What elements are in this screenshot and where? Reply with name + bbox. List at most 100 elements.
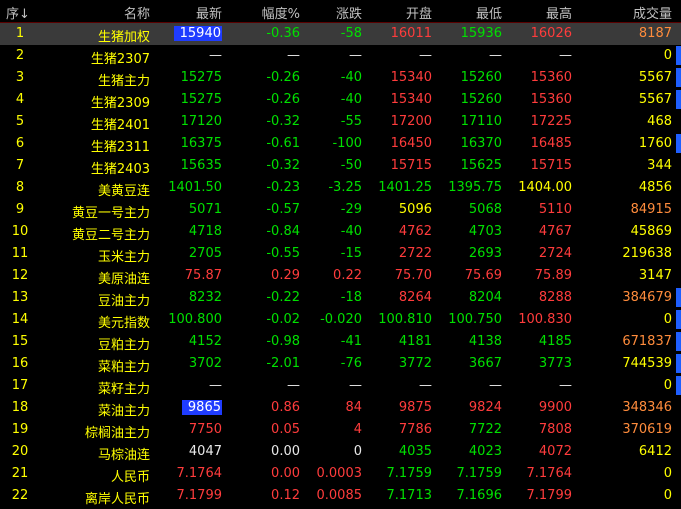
cell-high: 15360: [500, 70, 572, 85]
cell-high: 16026: [500, 26, 572, 41]
cell-open-value: 15340: [390, 92, 432, 107]
instrument-name[interactable]: 玉米主力: [40, 246, 150, 265]
cell-low-value: 3667: [468, 356, 502, 371]
instrument-name[interactable]: 生猪2311: [40, 136, 150, 155]
cell-low: 100.750: [432, 312, 502, 327]
cell-last: 3702: [152, 356, 222, 371]
cell-open: 9875: [362, 400, 432, 415]
cell-low-value: 15936: [460, 26, 502, 41]
header-name[interactable]: 名称: [40, 3, 150, 22]
cell-low: 5068: [432, 202, 502, 217]
cell-open-value: 15715: [390, 158, 432, 173]
cell-open-value: 4181: [398, 334, 432, 349]
table-row[interactable]: 18 菜油主力 9865 0.86 84 9875 9824 9900 348346: [0, 397, 681, 419]
table-row[interactable]: 9 黄豆一号主力 5071 -0.57 -29 5096 5068 5110 84915: [0, 199, 681, 221]
cell-chg: -40: [300, 224, 362, 239]
instrument-name[interactable]: 人民币: [40, 466, 150, 485]
row-index: 19: [11, 422, 29, 437]
instrument-name[interactable]: 棕榈油主力: [40, 422, 150, 441]
instrument-name[interactable]: 马棕油连: [40, 444, 150, 463]
table-row[interactable]: 16 菜粕主力 3702 -2.01 -76 3772 3667 3773 744539: [0, 353, 681, 375]
instrument-name[interactable]: 菜油主力: [40, 400, 150, 419]
cell-chg: -40: [300, 92, 362, 107]
table-row[interactable]: 15 豆粕主力 4152 -0.98 -41 4181 4138 4185 671837: [0, 331, 681, 353]
row-index: 10: [11, 224, 29, 239]
instrument-name[interactable]: 豆粕主力: [40, 334, 150, 353]
instrument-name[interactable]: 豆油主力: [40, 290, 150, 309]
cell-low: 75.69: [432, 268, 502, 283]
table-row[interactable]: 5 生猪2401 17120 -0.32 -55 17200 17110 17225 468: [0, 111, 681, 133]
table-row[interactable]: 22 离岸人民币 7.1799 0.12 0.0085 7.1713 7.1696 7.179…: [0, 485, 681, 507]
header-last[interactable]: 最新: [152, 3, 222, 22]
table-row[interactable]: 13 豆油主力 8232 -0.22 -18 8264 8204 8288 384679: [0, 287, 681, 309]
cell-high: 17225: [500, 114, 572, 129]
table-row[interactable]: 4 生猪2309 15275 -0.26 -40 15340 15260 15360 5567: [0, 89, 681, 111]
instrument-name[interactable]: 生猪2401: [40, 114, 150, 133]
table-row[interactable]: 19 棕榈油主力 7750 0.05 4 7786 7722 7808 370619: [0, 419, 681, 441]
instrument-name[interactable]: 生猪加权: [40, 26, 150, 45]
instrument-name[interactable]: 生猪2403: [40, 158, 150, 177]
header-idx[interactable]: 序↓: [6, 3, 30, 22]
instrument-name[interactable]: 黄豆二号主力: [40, 224, 150, 243]
cell-pct: —: [228, 378, 300, 393]
table-row[interactable]: 17 菜籽主力 — — — — — —0: [0, 375, 681, 397]
table-row[interactable]: 2 生猪2307— — — — — —0: [0, 45, 681, 67]
table-row[interactable]: 8 美黄豆连 1401.50 -0.23 -3.25 1401.25 1395.75 1404…: [0, 177, 681, 199]
sort-arrow-icon[interactable]: ↓: [19, 7, 30, 22]
instrument-name[interactable]: 生猪2309: [40, 92, 150, 111]
table-row[interactable]: 20 马棕油连 4047 0.00 0 4035 4023 4072 6412: [0, 441, 681, 463]
cell-high-value: 100.830: [518, 312, 572, 327]
cell-vol: 671837: [572, 334, 672, 349]
instrument-name[interactable]: 美黄豆连: [40, 180, 150, 199]
cell-pct-value: -0.02: [266, 312, 300, 327]
cell-chg: -58: [300, 26, 362, 41]
instrument-name[interactable]: 菜粕主力: [40, 356, 150, 375]
header-low[interactable]: 最低: [432, 3, 502, 22]
cell-chg: 0: [300, 444, 362, 459]
table-row[interactable]: 3 生猪主力 15275 -0.26 -40 15340 15260 15360 5567: [0, 67, 681, 89]
cell-last-value: 4047: [188, 444, 222, 459]
table-row[interactable]: 10 黄豆二号主力 4718 -0.84 -40 4762 4703 4767 45869: [0, 221, 681, 243]
cell-vol: 0: [572, 48, 672, 63]
header-vol[interactable]: 成交量: [572, 3, 672, 22]
row-index: 9: [15, 202, 25, 217]
cell-pct: 0.29: [228, 268, 300, 283]
instrument-name[interactable]: 菜籽主力: [40, 378, 150, 397]
table-row[interactable]: 6 生猪2311 16375 -0.61 -100 16450 16370 16485 1760: [0, 133, 681, 155]
cell-chg: -40: [300, 70, 362, 85]
cell-open-value: 16450: [390, 136, 432, 151]
cell-chg: -3.25: [300, 180, 362, 195]
cell-pct-value: 0.00: [271, 444, 300, 459]
table-row[interactable]: 14 美元指数 100.800 -0.02 -0.020 100.810 100.750 10…: [0, 309, 681, 331]
cell-vol: 84915: [572, 202, 672, 217]
header-pct[interactable]: 幅度%: [228, 3, 300, 22]
cell-last-value: 16375: [180, 136, 222, 151]
cell-open: 3772: [362, 356, 432, 371]
table-row[interactable]: 21 人民币 7.1764 0.00 0.0003 7.1759 7.1759 7.1764 0: [0, 463, 681, 485]
table-row[interactable]: 12 美原油连 75.87 0.29 0.22 75.70 75.69 75.89 3147: [0, 265, 681, 287]
instrument-name[interactable]: 黄豆一号主力: [40, 202, 150, 221]
cell-pct: -0.02: [228, 312, 300, 327]
header-high[interactable]: 最高: [500, 3, 572, 22]
cell-vol: 6412: [572, 444, 672, 459]
cell-high-value: 2724: [538, 246, 572, 261]
cell-chg: 0.0085: [300, 488, 363, 503]
cell-low-value: 4023: [468, 444, 502, 459]
header-open[interactable]: 开盘: [362, 3, 432, 22]
table-row[interactable]: 7 生猪2403 15635 -0.32 -50 15715 15625 15715 344: [0, 155, 681, 177]
cell-high: 3773: [500, 356, 572, 371]
cell-low: 3667: [432, 356, 502, 371]
cell-chg-value: -29: [340, 202, 362, 217]
cell-low-value: 5068: [468, 202, 502, 217]
instrument-name[interactable]: 生猪2307: [40, 48, 150, 67]
cell-pct-value: 0.05: [271, 422, 300, 437]
instrument-name[interactable]: 离岸人民币: [40, 488, 150, 507]
header-chg[interactable]: 涨跌: [300, 3, 362, 22]
instrument-name[interactable]: 美原油连: [40, 268, 150, 287]
instrument-name[interactable]: 美元指数: [40, 312, 150, 331]
cell-open-value: 15340: [390, 70, 432, 85]
table-row[interactable]: 11 玉米主力 2705 -0.55 -15 2722 2693 2724 219638: [0, 243, 681, 265]
table-row[interactable]: 1 生猪加权 15940 -0.36 -58 16011 15936 16026 8187: [0, 23, 681, 45]
row-index: 6: [15, 136, 25, 151]
instrument-name[interactable]: 生猪主力: [40, 70, 150, 89]
